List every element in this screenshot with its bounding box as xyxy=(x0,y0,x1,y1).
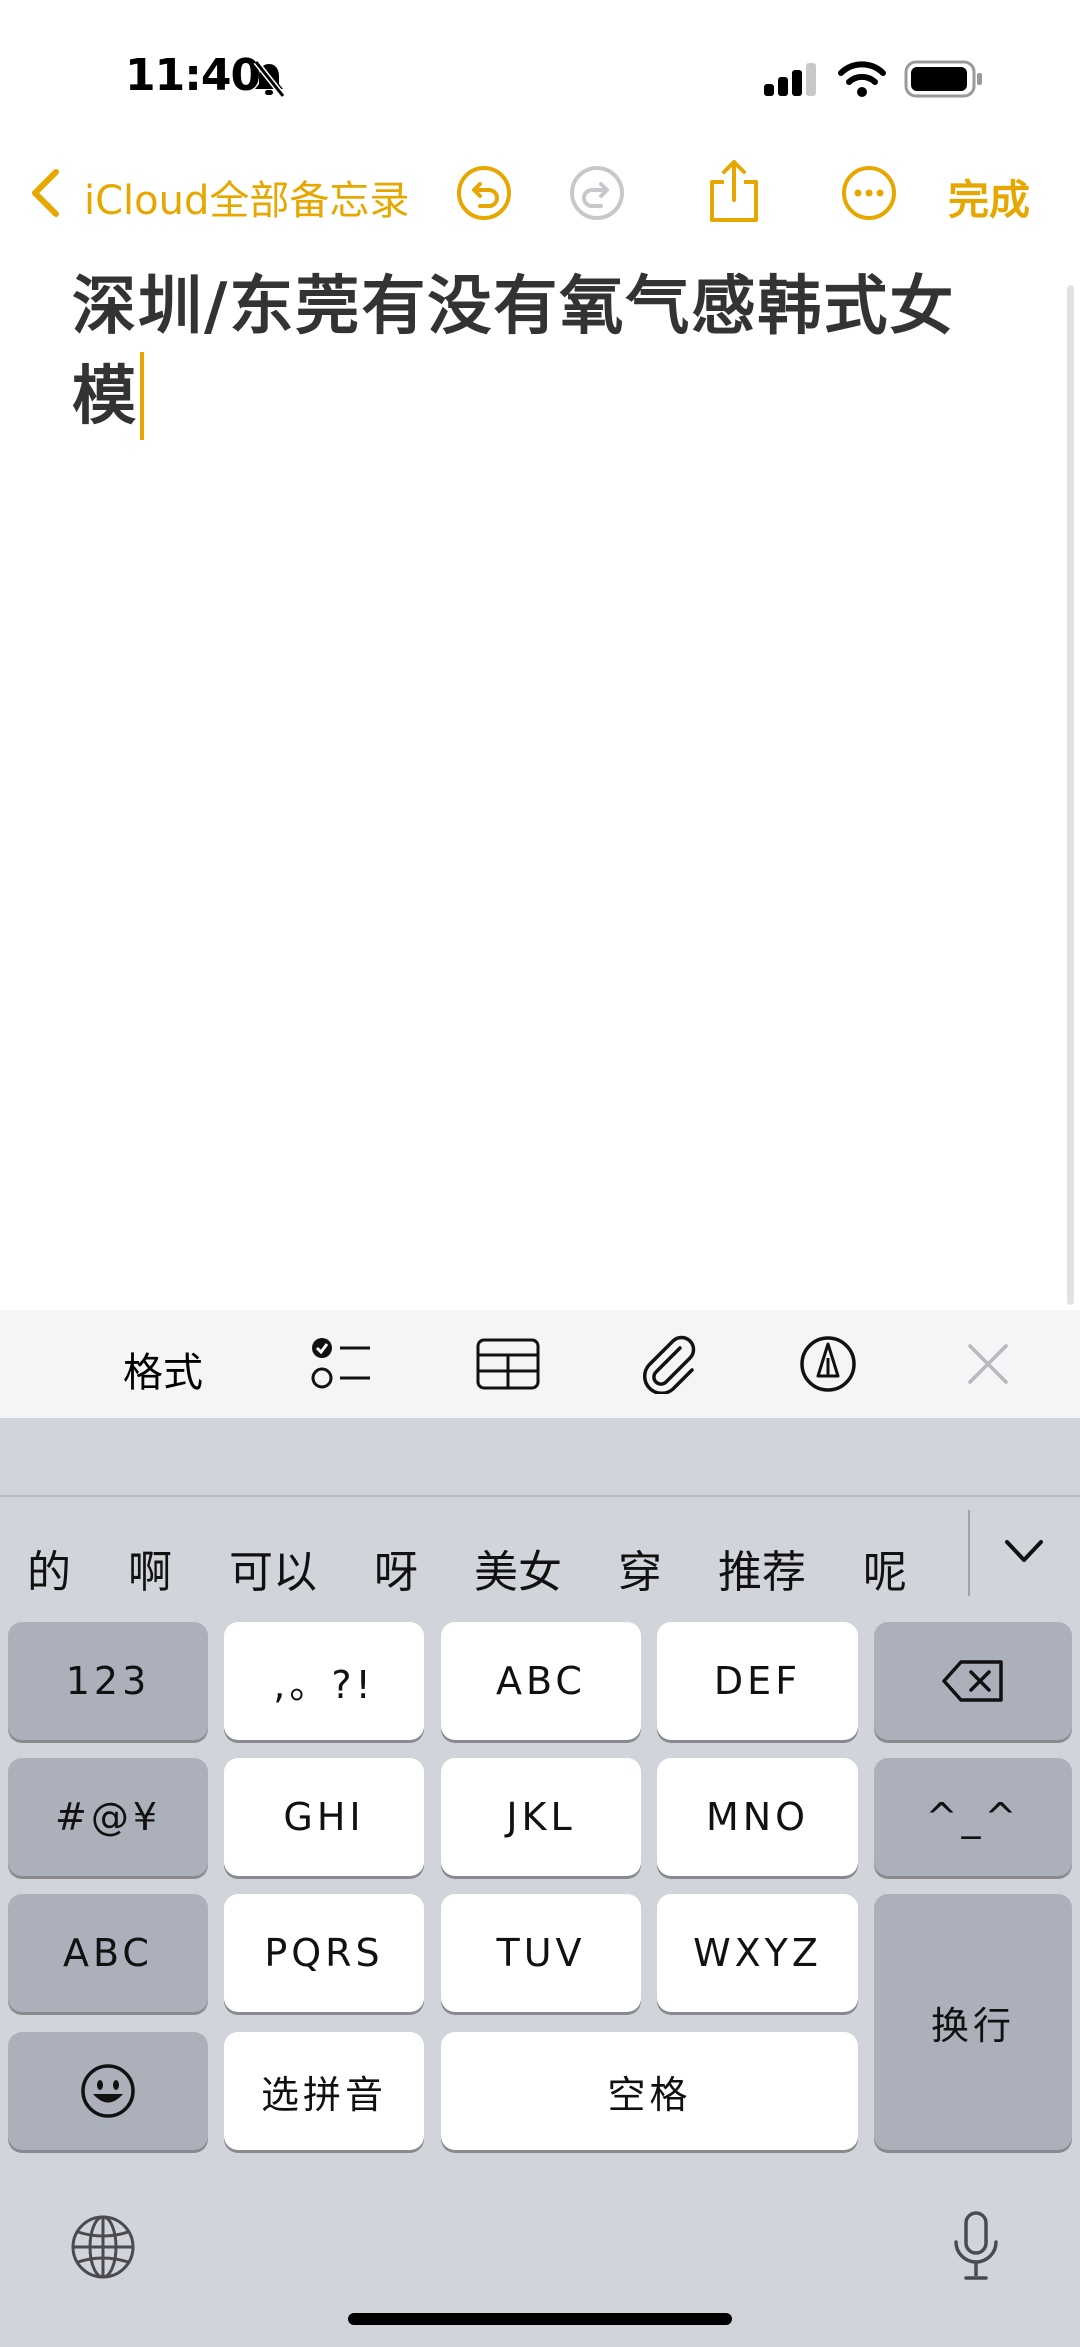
battery-icon xyxy=(904,60,982,98)
cellular-signal-icon xyxy=(764,63,816,96)
backspace-key[interactable] xyxy=(874,1622,1072,1740)
jkl-key[interactable]: JKL xyxy=(441,1758,641,1876)
candidate-word[interactable]: 呀 xyxy=(374,1536,418,1600)
note-title[interactable]: 深圳/东莞有没有氧气感韩式女模 xyxy=(72,262,992,442)
checklist-icon[interactable] xyxy=(310,1336,372,1392)
space-key[interactable]: 空格 xyxy=(441,2032,858,2150)
candidate-word[interactable]: 呢 xyxy=(863,1536,907,1600)
ghi-key[interactable]: GHI xyxy=(224,1758,424,1876)
done-button[interactable]: 完成 xyxy=(948,166,1030,226)
format-button[interactable]: 格式 xyxy=(123,1340,203,1398)
table-icon[interactable] xyxy=(476,1338,540,1390)
markup-pen-icon[interactable] xyxy=(798,1334,858,1394)
redo-icon[interactable] xyxy=(569,165,625,221)
mno-key[interactable]: MNO xyxy=(657,1758,858,1876)
text-cursor xyxy=(140,352,144,440)
attachment-icon[interactable] xyxy=(640,1334,700,1394)
keyboard-divider xyxy=(0,1495,1080,1497)
chevron-left-icon[interactable] xyxy=(28,168,62,218)
def-key[interactable]: DEF xyxy=(657,1622,858,1740)
numbers-key[interactable]: 123 xyxy=(8,1622,208,1740)
candidate-word[interactable]: 啊 xyxy=(128,1536,172,1600)
candidate-word[interactable]: 推荐 xyxy=(718,1536,806,1600)
return-key[interactable]: 换行 xyxy=(874,1894,1072,2150)
candidate-word[interactable]: 穿 xyxy=(618,1536,662,1600)
home-indicator[interactable] xyxy=(348,2313,732,2325)
microphone-icon[interactable] xyxy=(950,2210,1002,2284)
emoji-face-icon xyxy=(81,2064,135,2118)
wxyz-key[interactable]: WXYZ xyxy=(657,1894,858,2012)
tuv-key[interactable]: TUV xyxy=(441,1894,641,2012)
status-time: 11:40 xyxy=(125,50,261,101)
candidate-word[interactable]: 可以 xyxy=(229,1536,317,1600)
pinyin-select-key[interactable]: 选拼音 xyxy=(224,2032,424,2150)
scrollbar[interactable] xyxy=(1067,285,1074,1305)
backspace-icon xyxy=(942,1660,1003,1702)
pqrs-key[interactable]: PQRS xyxy=(224,1894,424,2012)
more-options-icon[interactable] xyxy=(841,165,897,221)
candidate-word[interactable]: 美女 xyxy=(474,1536,562,1600)
share-icon[interactable] xyxy=(706,158,762,224)
emoji-key[interactable] xyxy=(8,2032,208,2150)
candidate-word[interactable]: 的 xyxy=(27,1536,71,1600)
silent-mode-icon xyxy=(253,60,286,98)
candidate-separator xyxy=(968,1510,970,1596)
abc-key[interactable]: ABC xyxy=(441,1622,641,1740)
symbols-key[interactable]: #@¥ xyxy=(8,1758,208,1876)
note-title-text: 深圳/东莞有没有氧气感韩式女模 xyxy=(72,270,956,434)
abc-switch-key[interactable]: ABC xyxy=(8,1894,208,2012)
wifi-icon xyxy=(838,61,886,97)
undo-icon[interactable] xyxy=(456,165,512,221)
back-button-label[interactable]: iCloud全部备忘录 xyxy=(84,168,409,226)
globe-icon[interactable] xyxy=(70,2214,136,2280)
emoticon-key[interactable]: ^_^ xyxy=(874,1758,1072,1876)
close-icon[interactable] xyxy=(966,1342,1010,1386)
punctuation-key[interactable]: ,。?! xyxy=(224,1622,424,1740)
chevron-down-icon[interactable] xyxy=(1003,1536,1045,1566)
